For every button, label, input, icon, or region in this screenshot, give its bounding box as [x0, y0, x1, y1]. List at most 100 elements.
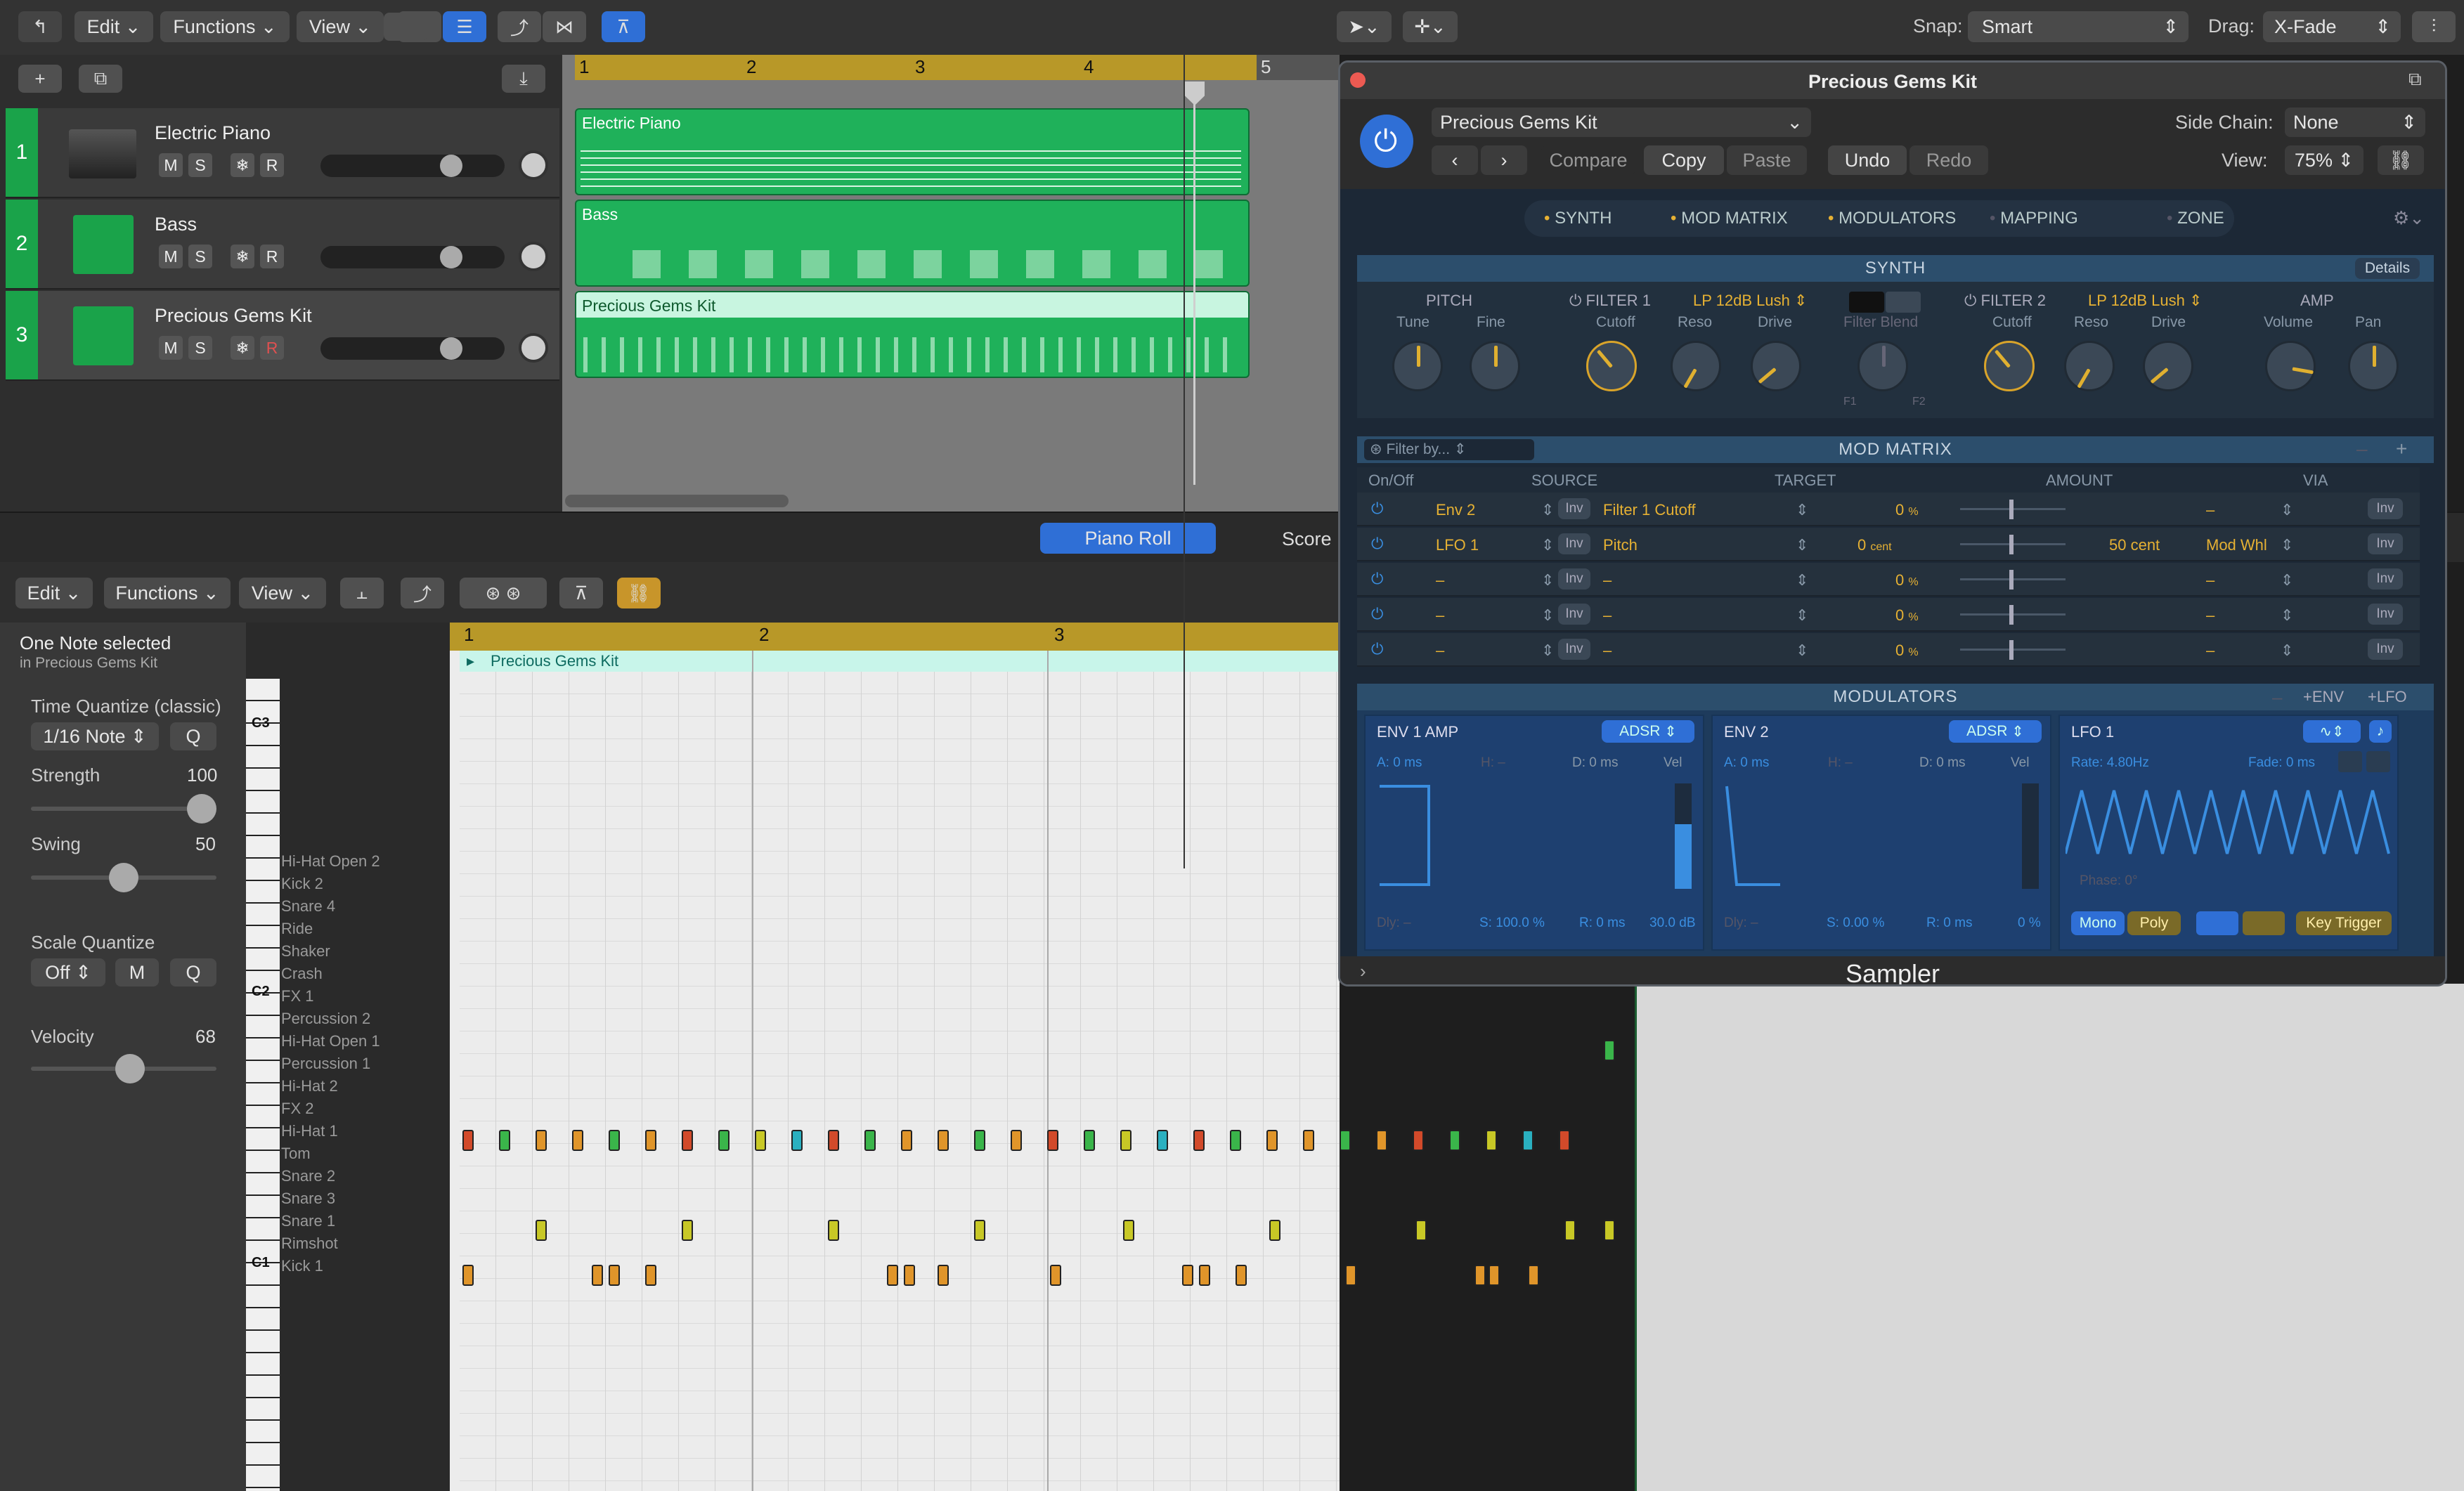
midi-note[interactable] — [718, 1130, 730, 1151]
lfo-mode-icon[interactable] — [2196, 911, 2238, 935]
view-menu[interactable]: View ⌄ — [239, 578, 326, 608]
functions-menu[interactable]: Functions ⌄ — [104, 578, 231, 608]
midi-note[interactable] — [974, 1130, 985, 1151]
velocity-handle[interactable] — [115, 1054, 145, 1083]
duplicate-track-icon[interactable]: ⧉ — [79, 65, 122, 93]
target-select[interactable]: – — [1603, 606, 1612, 625]
target-select[interactable]: Filter 1 Cutoff — [1603, 501, 1696, 519]
record-button[interactable]: R — [260, 153, 284, 177]
catch-playhead-icon[interactable]: ⊼ — [559, 578, 603, 608]
midi-note[interactable] — [592, 1265, 603, 1286]
volume-slider[interactable] — [320, 337, 505, 360]
amount-handle[interactable] — [2009, 640, 2014, 660]
scale-quantize-select[interactable]: Off ⇕ — [31, 958, 105, 987]
midi-note[interactable] — [1266, 1130, 1278, 1151]
add-lfo-button[interactable]: +LFO — [2368, 688, 2407, 706]
filter-blend-knob[interactable] — [1857, 341, 1908, 391]
source-select[interactable]: – — [1436, 606, 1444, 625]
arrange-ruler[interactable]: 1 2 3 4 — [575, 55, 1257, 80]
tune-knob[interactable] — [1392, 341, 1443, 391]
lfo-curve-icon[interactable] — [2243, 911, 2285, 935]
pan-knob[interactable] — [519, 242, 548, 271]
env1-vel-slider[interactable] — [1675, 783, 1692, 889]
fade-out-icon[interactable] — [2366, 751, 2390, 772]
strength-handle[interactable] — [187, 794, 216, 823]
volume-handle[interactable] — [440, 246, 462, 268]
region-precious-gems-kit[interactable]: Precious Gems Kit — [575, 291, 1250, 378]
row-power-icon[interactable]: ⏻ — [1371, 535, 1383, 553]
redo-button[interactable]: Redo — [1909, 145, 1988, 175]
tab-zone[interactable]: • ZONE — [2167, 209, 2224, 228]
env1-decay[interactable]: D: 0 ms — [1572, 755, 1618, 771]
link-icon[interactable]: ⛓ — [2378, 145, 2424, 175]
filter1-drive-knob[interactable] — [1751, 341, 1801, 391]
filter-parallel-icon[interactable] — [1886, 292, 1921, 313]
drum-key-label[interactable]: Kick 2 — [280, 873, 448, 895]
quantize-button[interactable]: Q — [170, 722, 216, 750]
midi-note[interactable] — [1269, 1220, 1280, 1241]
env1-hold[interactable]: H: – — [1481, 755, 1505, 771]
midi-note[interactable] — [609, 1130, 620, 1151]
midi-note[interactable] — [887, 1265, 898, 1286]
crosshair-tool-icon[interactable]: ✛⌄ — [1403, 11, 1458, 42]
filter2-reso-knob[interactable] — [2064, 341, 2115, 391]
drum-key-label[interactable]: Hi-Hat 1 — [280, 1120, 448, 1142]
midi-note[interactable] — [499, 1130, 510, 1151]
amount-value[interactable]: 0 % — [1895, 571, 1919, 590]
midi-note[interactable] — [755, 1130, 766, 1151]
midi-note[interactable] — [1199, 1265, 1210, 1286]
compare-button[interactable]: Compare — [1541, 145, 1635, 175]
scale-mode-select[interactable]: M — [115, 958, 159, 987]
volume-handle[interactable] — [440, 155, 462, 177]
midi-note[interactable] — [1604, 1040, 1615, 1061]
midi-note[interactable] — [645, 1265, 656, 1286]
lfo1-waveform[interactable] — [2066, 783, 2396, 861]
snap-select[interactable]: Smart ⇕ — [1968, 11, 2189, 42]
preset-select[interactable]: Precious Gems Kit ⌄ — [1432, 108, 1811, 137]
midi-note[interactable] — [1047, 1130, 1058, 1151]
midi-note[interactable] — [609, 1265, 620, 1286]
midi-note[interactable] — [536, 1130, 547, 1151]
midi-note[interactable] — [1604, 1220, 1615, 1241]
env2-decay[interactable]: D: 0 ms — [1919, 755, 1965, 771]
midi-in-icon[interactable]: ⊛ ⊛ — [460, 578, 547, 608]
drum-key-label[interactable]: Percussion 1 — [280, 1053, 448, 1075]
midi-note[interactable] — [645, 1130, 656, 1151]
filter-series-icon[interactable] — [1849, 292, 1884, 313]
env2-hold[interactable]: H: – — [1828, 755, 1853, 771]
swing-handle[interactable] — [109, 863, 138, 892]
track-header-bass[interactable]: 2 Bass M S ❄ R — [6, 200, 559, 289]
add-row-icon[interactable]: + — [2396, 438, 2407, 460]
midi-note[interactable] — [1415, 1220, 1427, 1241]
amount-handle[interactable] — [2009, 500, 2014, 519]
midi-note[interactable] — [1522, 1130, 1533, 1151]
midi-note[interactable] — [904, 1265, 915, 1286]
tab-mod-matrix[interactable]: • MOD MATRIX — [1671, 209, 1788, 228]
midi-note[interactable] — [1182, 1265, 1193, 1286]
freeze-icon[interactable]: ❄ — [231, 153, 254, 177]
midi-note[interactable] — [1157, 1130, 1168, 1151]
automation-icon[interactable]: ⤴ — [401, 578, 444, 608]
drum-key-label[interactable]: Hi-Hat 2 — [280, 1075, 448, 1098]
piano-region-header[interactable]: ▸ Precious Gems Kit — [460, 651, 1340, 672]
filter1-cutoff-knob[interactable] — [1586, 341, 1637, 391]
key-trigger-button[interactable]: Key Trigger — [2296, 911, 2392, 935]
drum-key-label[interactable]: Ride — [280, 918, 448, 940]
tempo-sync-icon[interactable]: ♪ — [2369, 720, 2392, 743]
midi-note[interactable] — [1011, 1130, 1022, 1151]
mod-matrix-row[interactable]: ⏻ Env 2 ⇕ Inv Filter 1 Cutoff ⇕ 0 % – ⇕ Inv — [1357, 493, 2420, 526]
target-select[interactable]: Pitch — [1603, 536, 1638, 554]
mute-button[interactable]: M — [159, 153, 183, 177]
fade-in-icon[interactable] — [2338, 751, 2362, 772]
solo-button[interactable]: S — [188, 153, 212, 177]
via-invert-button[interactable]: Inv — [2368, 533, 2403, 554]
mod-matrix-row[interactable]: ⏻ – ⇕ Inv – ⇕ 0 % – ⇕ Inv — [1357, 563, 2420, 597]
amount-value[interactable]: 0 cent — [1857, 536, 1892, 554]
solo-button[interactable]: S — [188, 336, 212, 360]
drum-key-label[interactable]: Hi-Hat Open 2 — [280, 850, 448, 873]
power-icon[interactable]: ⏻ — [1360, 115, 1413, 168]
record-button[interactable]: R — [260, 336, 284, 360]
drum-key-label[interactable]: FX 1 — [280, 985, 448, 1008]
midi-note[interactable] — [1084, 1130, 1095, 1151]
midi-note[interactable] — [828, 1130, 839, 1151]
